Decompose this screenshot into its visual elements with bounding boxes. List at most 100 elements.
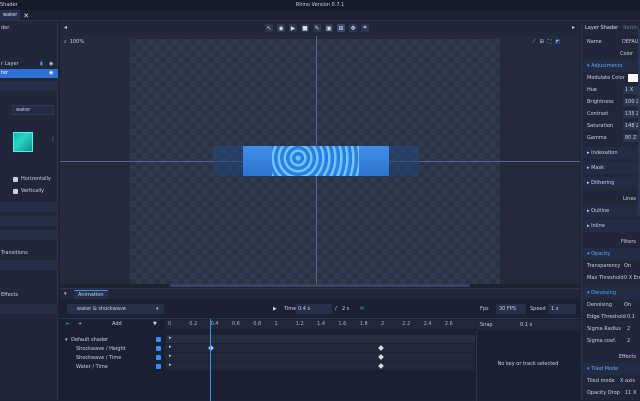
opacity-drop-input[interactable]: 11 X xyxy=(625,387,636,399)
playhead[interactable] xyxy=(210,319,211,401)
sigma-radius-label: Sigma Radius xyxy=(587,326,622,332)
timeline-ruler[interactable]: 0 0.2 0.4 0.6 0.8 1 1.2 1.4 1.6 1.8 2 2.2 2.4 2.6 xyxy=(166,320,475,329)
transparency-toggle[interactable]: On xyxy=(624,260,631,272)
track-start-marker: ▸ xyxy=(169,353,172,359)
close-icon[interactable]: ✕ xyxy=(23,12,29,20)
eye-icon[interactable]: ◉ xyxy=(49,60,53,69)
shape-tool-icon[interactable]: ▣ xyxy=(325,24,333,32)
viewport[interactable]: ⌕ 100% ✛ ⌖ ⚲ ⟋ ⊞ ⛶ ◩ xyxy=(60,36,580,288)
snap-value[interactable]: 0.1 s xyxy=(520,320,532,330)
track-checkbox[interactable] xyxy=(156,364,161,369)
time-input[interactable]: 0.4 s xyxy=(296,304,332,314)
track-lane xyxy=(166,353,475,361)
select-tool-icon[interactable]: ↖ xyxy=(265,24,273,32)
transitions-label[interactable]: Transitions xyxy=(0,249,58,258)
add-button[interactable]: Add xyxy=(112,321,122,327)
mask-section[interactable]: ▸ Mask xyxy=(582,162,640,174)
loop-icon[interactable]: ⟳ xyxy=(360,304,364,314)
crop-tool-icon[interactable]: ⌗ xyxy=(361,24,369,32)
tiled-mode-select[interactable]: X axis xyxy=(620,375,635,387)
divider xyxy=(0,81,58,91)
indexation-section[interactable]: ▸ Indexation xyxy=(582,147,640,159)
sigma-radius-row: Sigma Radius 2 xyxy=(582,323,640,335)
sigma-coef-input[interactable]: 2 xyxy=(627,335,630,347)
overlay-icon[interactable]: ◩ xyxy=(555,39,560,45)
fps-input[interactable]: 30 FPS xyxy=(496,304,526,314)
edge-threshold-input[interactable]: 0.1 xyxy=(627,311,635,323)
clip-select[interactable]: water & shockwave ▾ xyxy=(67,304,164,314)
animation-tab[interactable]: Animation xyxy=(74,290,108,299)
collapse-right-icon[interactable]: ▸ xyxy=(572,24,575,31)
opacity-section[interactable]: ▾ Opacity xyxy=(582,248,640,260)
eye-icon[interactable]: ◉ xyxy=(49,69,53,78)
track-checkbox[interactable] xyxy=(156,346,161,351)
line-icon[interactable]: ⟋ xyxy=(532,39,536,45)
outline-section[interactable]: ▸ Outline xyxy=(582,205,640,217)
fit-icon[interactable]: ⛶ xyxy=(548,39,552,45)
sigma-radius-input[interactable]: 2 xyxy=(627,323,630,335)
collapse-all-icon[interactable]: ⇤ xyxy=(66,321,70,327)
water-sprite-core[interactable] xyxy=(272,146,359,176)
viewport-scrollbar-thumb[interactable] xyxy=(170,284,470,287)
texture-thumbnail[interactable] xyxy=(13,132,33,152)
move-tool-icon[interactable]: ✥ xyxy=(349,24,357,32)
filter-icon[interactable]: ▼ xyxy=(153,321,157,327)
adjustments-section[interactable]: ▾ Adjustments xyxy=(582,60,640,72)
title-bar: Shader Rhino Version 0.7.1 xyxy=(0,0,640,10)
animation-tabbar xyxy=(60,289,580,299)
timeline-tracks[interactable]: ▸ ▸ ▸ ▸ xyxy=(166,334,475,374)
frame-tool-icon[interactable]: ⊞ xyxy=(337,24,345,32)
layer-item-selected[interactable]: ter ◉ xyxy=(0,69,58,78)
duration-value[interactable]: 2 s xyxy=(328,304,350,314)
dithering-label: Dithering xyxy=(591,180,615,186)
track-label: Shockwave / Height xyxy=(76,346,126,352)
pen-tool-icon[interactable]: ✎ xyxy=(313,24,321,32)
opacity-drop-label: Opacity Drop xyxy=(587,390,620,396)
tool-group: ↖ ◉ ▶ ■ ✎ ▣ ⊞ ✥ ⌗ xyxy=(265,24,369,32)
section-bar xyxy=(0,216,58,226)
plus-icon[interactable]: + xyxy=(78,321,82,327)
checkbox-icon[interactable] xyxy=(13,176,18,182)
name-value[interactable]: DEFAU xyxy=(622,36,639,48)
zoom-label[interactable]: 100% xyxy=(70,39,84,45)
play-icon[interactable]: ▶ xyxy=(273,304,277,314)
track-checkbox[interactable] xyxy=(156,355,161,360)
tab-layer-shader[interactable]: Layer Shader xyxy=(582,25,621,31)
collapse-left-icon[interactable]: ◂ xyxy=(64,24,67,31)
empty-state-text: No key or track selected xyxy=(497,361,559,367)
grid-icon[interactable]: ⊞ xyxy=(540,39,544,45)
track-group-checkbox[interactable] xyxy=(156,337,161,342)
layer-item[interactable]: r Layer ▮ ◉ xyxy=(0,60,58,69)
name-input[interactable]: water xyxy=(12,105,54,115)
speed-input[interactable]: 1 x xyxy=(548,304,576,314)
mask-label: Mask xyxy=(591,165,604,171)
document-tab[interactable]: water ✕ xyxy=(0,10,29,21)
denoising-toggle[interactable]: On xyxy=(624,299,631,311)
checkbox-icon[interactable] xyxy=(13,188,18,194)
flip-vertical-checkbox[interactable]: Vertically xyxy=(13,188,44,194)
viewport-toolbar: ◂ ↖ ◉ ▶ ■ ✎ ▣ ⊞ ✥ ⌗ ▸ xyxy=(60,21,580,36)
track-label: Water / Time xyxy=(76,364,108,370)
denoising-section[interactable]: ▾ Denoising xyxy=(582,287,640,299)
flip-horizontal-checkbox[interactable]: Horizontally xyxy=(13,176,51,182)
document-tab-label[interactable]: water xyxy=(0,10,21,21)
transparency-row: Transparency On xyxy=(582,260,640,272)
color-tool-icon[interactable]: ◉ xyxy=(277,24,285,32)
zoom-control[interactable]: ⌕ 100% xyxy=(64,39,84,45)
max-threshold-input[interactable]: 0 X En xyxy=(624,272,640,284)
effects-label[interactable]: Effects xyxy=(0,291,58,300)
trash-icon[interactable]: ▮ xyxy=(40,60,43,69)
play-icon[interactable]: ▶ xyxy=(289,24,297,32)
tiled-section[interactable]: ▾ Tiled Mode xyxy=(582,363,640,375)
more-icon[interactable]: ⋮ xyxy=(50,136,56,143)
inline-section[interactable]: ▸ Inline xyxy=(582,220,640,232)
collapse-icon[interactable]: ▾ xyxy=(64,290,67,299)
section-bar xyxy=(0,230,58,240)
track-start-marker: ▸ xyxy=(169,335,172,341)
saturation-row: Saturation 148 Z xyxy=(582,120,640,132)
dithering-section[interactable]: ▸ Dithering xyxy=(582,177,640,189)
track-row[interactable]: Water / Time xyxy=(60,362,168,372)
brightness-label: Brightness xyxy=(587,99,614,105)
chevron-down-icon: ▾ xyxy=(156,306,159,312)
stop-icon[interactable]: ■ xyxy=(301,24,309,32)
